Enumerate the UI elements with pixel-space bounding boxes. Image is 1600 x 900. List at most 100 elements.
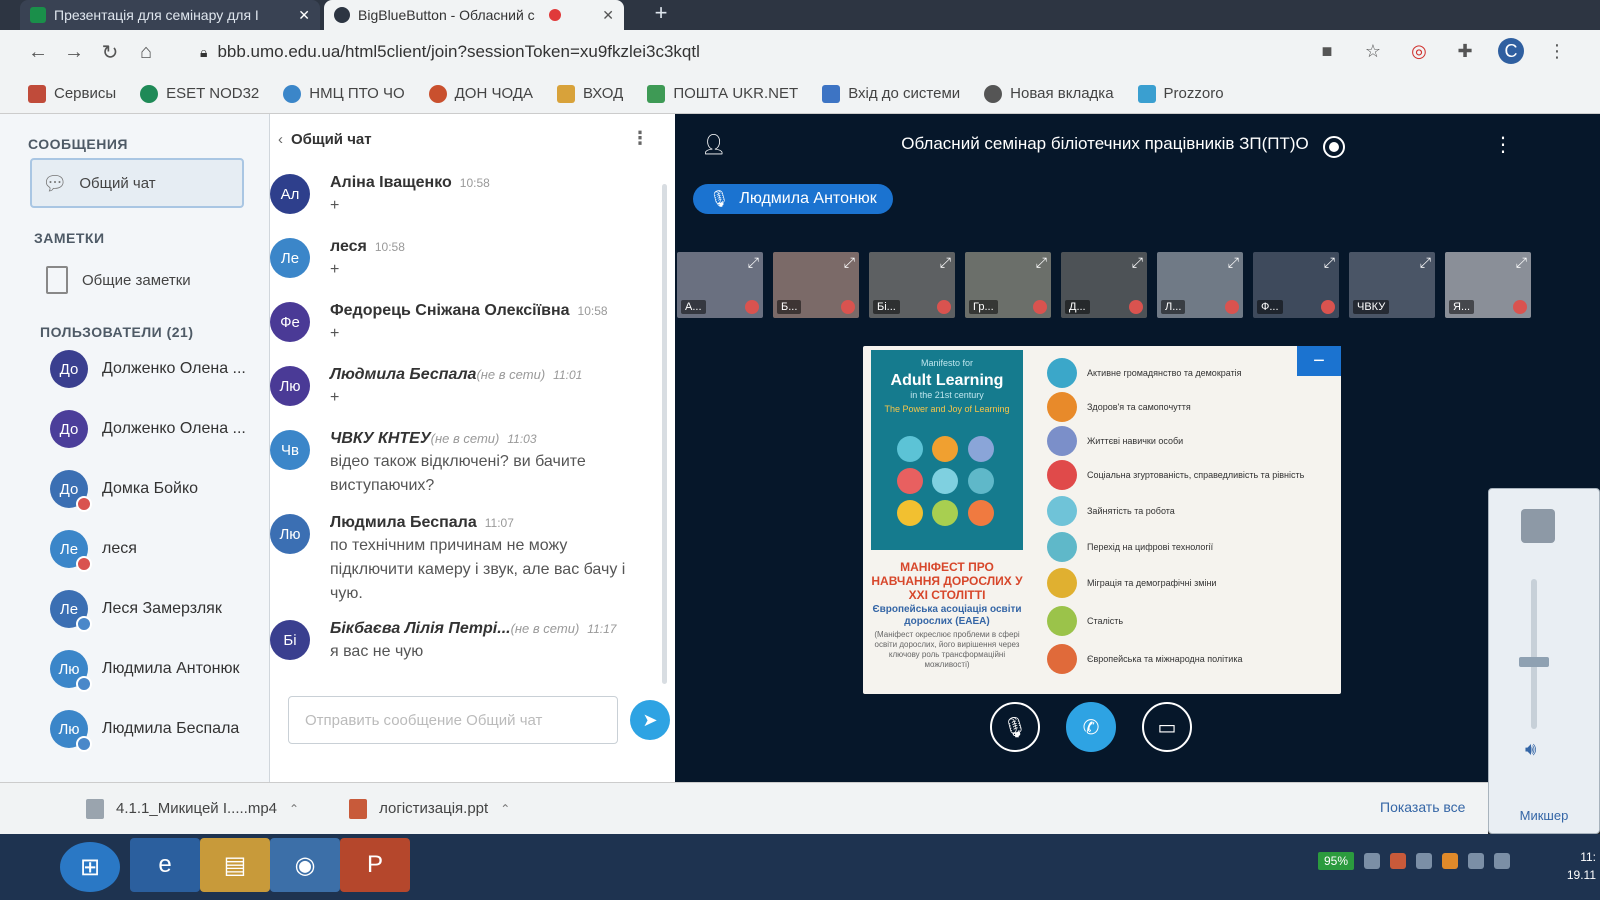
- bookmark-vhod[interactable]: ВХОД: [556, 84, 623, 103]
- volume-slider-track[interactable]: [1531, 579, 1537, 729]
- webcam-tile[interactable]: ⤢ Б...: [773, 252, 859, 318]
- send-message-button[interactable]: ➤: [630, 700, 670, 740]
- webcam-tile[interactable]: ⤢ Д...: [1061, 252, 1147, 318]
- bookmark-prozorro[interactable]: Prozzoro: [1137, 84, 1224, 103]
- bookmark-nmc[interactable]: НМЦ ПТО ЧО: [283, 84, 405, 103]
- shared-notes-entry[interactable]: Общие заметки: [46, 266, 191, 294]
- unmute-microphone-button[interactable]: 🎙︎: [990, 702, 1040, 752]
- user-name: Долженко Олена ...: [102, 420, 246, 437]
- antivirus-tray-icon[interactable]: [1390, 853, 1406, 869]
- back-icon[interactable]: ←: [20, 34, 56, 70]
- leave-audio-button[interactable]: ✆: [1066, 702, 1116, 752]
- webcam-tile[interactable]: ⤢ Гр...: [965, 252, 1051, 318]
- manifest-caption: МАНІФЕСТ ПРО НАВЧАННЯ ДОРОСЛИХ У XXI СТО…: [871, 560, 1023, 670]
- user-item[interactable]: Лю Людмила Антонюк: [50, 650, 240, 692]
- muted-mic-icon: [76, 556, 92, 572]
- chrome-icon[interactable]: ◉: [270, 838, 340, 892]
- fullscreen-icon[interactable]: ⤢: [1516, 254, 1527, 271]
- tab-bigbluebutton[interactable]: BigBlueButton - Обласний с ✕: [324, 0, 624, 30]
- fullscreen-icon[interactable]: ⤢: [1132, 254, 1143, 271]
- speaker-icon[interactable]: 🔊︎: [1525, 739, 1536, 760]
- user-item[interactable]: До Долженко Олена ...: [50, 350, 246, 388]
- topic-item: Зайнятість та робота: [1047, 496, 1175, 526]
- bookmark-eset[interactable]: ESET NOD32: [140, 84, 259, 103]
- user-item[interactable]: Ле Леся Замерзляк: [50, 590, 222, 632]
- user-name: леся: [102, 540, 137, 557]
- user-item[interactable]: Ле леся: [50, 530, 137, 572]
- mixer-link[interactable]: Микшер: [1489, 808, 1599, 823]
- new-tab-button[interactable]: +: [648, 2, 674, 26]
- internet-explorer-icon[interactable]: e: [130, 838, 200, 892]
- webcam-tile[interactable]: ⤢ Л...: [1157, 252, 1243, 318]
- tray-icon[interactable]: [1364, 853, 1380, 869]
- tray-icon[interactable]: [1416, 853, 1432, 869]
- fullscreen-icon[interactable]: ⤢: [844, 254, 855, 271]
- chevron-up-icon[interactable]: ⌃: [500, 802, 510, 816]
- chat-options-icon[interactable]: ⋮: [631, 128, 649, 149]
- volume-slider-thumb[interactable]: [1519, 657, 1549, 667]
- webcam-tile[interactable]: ⤢ ЧВКУ: [1349, 252, 1435, 318]
- fullscreen-icon[interactable]: ⤢: [1228, 254, 1239, 271]
- system-clock[interactable]: 11: 19.11: [1567, 848, 1596, 884]
- file-explorer-icon[interactable]: ▤: [200, 838, 270, 892]
- fullscreen-icon[interactable]: ⤢: [1036, 254, 1047, 271]
- download-item[interactable]: логістизація.ppt ⌃: [349, 798, 510, 819]
- home-icon[interactable]: ⌂: [128, 34, 164, 70]
- webcam-tile[interactable]: ⤢ Я...: [1445, 252, 1531, 318]
- recording-indicator-icon[interactable]: [1323, 136, 1345, 158]
- menu-kebab-icon[interactable]: ⋮: [1544, 38, 1570, 64]
- profile-avatar[interactable]: C: [1498, 38, 1524, 64]
- globe-icon: [984, 84, 1003, 103]
- share-webcam-button[interactable]: ▭: [1142, 702, 1192, 752]
- muted-mic-icon: [1513, 300, 1527, 314]
- download-item[interactable]: 4.1.1_Микицей І.....mp4 ⌃: [86, 798, 299, 819]
- public-chat-entry[interactable]: 💬︎ Общий чат: [30, 158, 244, 208]
- bookmark-services[interactable]: Сервисы: [28, 84, 116, 103]
- network-icon[interactable]: [1468, 853, 1484, 869]
- user-item[interactable]: Лю Людмила Беспала: [50, 710, 239, 752]
- bookmark-don[interactable]: ДОН ЧОДА: [428, 84, 533, 103]
- bookmark-newtab[interactable]: Новая вкладка: [984, 84, 1114, 103]
- opera-extension-icon[interactable]: ◎: [1406, 38, 1432, 64]
- avatar-initials: До: [59, 420, 79, 438]
- webcam-label: ЧВКУ: [1353, 300, 1390, 314]
- camera-icon[interactable]: ■: [1314, 38, 1340, 64]
- eset-icon: [140, 84, 159, 103]
- chat-message-input[interactable]: Отправить сообщение Общий чат: [288, 696, 618, 744]
- bookmark-ukrnet[interactable]: ПОШТА UKR.NET: [647, 84, 798, 103]
- show-all-downloads-link[interactable]: Показать все: [1380, 799, 1465, 815]
- tray-icon[interactable]: [1442, 853, 1458, 869]
- extensions-icon[interactable]: ✚: [1452, 38, 1478, 64]
- star-icon[interactable]: ☆: [1360, 38, 1386, 64]
- tab-presentation[interactable]: Презентація для семінару для I ✕: [20, 0, 320, 30]
- webcam-tile[interactable]: ⤢ А...: [677, 252, 763, 318]
- fullscreen-icon[interactable]: ⤢: [1420, 254, 1431, 271]
- close-tab-icon[interactable]: ✕: [298, 7, 310, 24]
- powerpoint-icon[interactable]: P: [340, 838, 410, 892]
- offline-status: (не в сети): [430, 431, 500, 446]
- minimize-presentation-button[interactable]: −: [1297, 346, 1341, 376]
- volume-icon[interactable]: [1494, 853, 1510, 869]
- fullscreen-icon[interactable]: ⤢: [748, 254, 759, 271]
- user-item[interactable]: До Домка Бойко: [50, 470, 198, 512]
- fullscreen-icon[interactable]: ⤢: [1324, 254, 1335, 271]
- start-button-icon[interactable]: ⊞: [60, 842, 120, 892]
- address-bar[interactable]: 🔒︎ bbb.umo.edu.ua/html5client/join?sessi…: [200, 36, 1300, 68]
- user-item[interactable]: До Долженко Олена ...: [50, 410, 246, 448]
- bookmark-login[interactable]: Вхід до системи: [822, 84, 960, 103]
- battery-indicator[interactable]: 95%: [1317, 852, 1354, 870]
- webcam-tile[interactable]: ⤢ Бі...: [869, 252, 955, 318]
- fullscreen-icon[interactable]: ⤢: [940, 254, 951, 271]
- chevron-up-icon[interactable]: ⌃: [289, 802, 299, 816]
- microphone-icon: 🎙︎: [709, 191, 730, 208]
- forward-icon[interactable]: →: [56, 34, 92, 70]
- options-kebab-icon[interactable]: ⋮: [1493, 132, 1513, 157]
- close-tab-icon[interactable]: ✕: [602, 7, 614, 24]
- reload-icon[interactable]: ↻: [92, 34, 128, 70]
- talking-indicator[interactable]: 🎙︎ Людмила Антонюк: [693, 184, 893, 214]
- webcam-tile[interactable]: ⤢ Ф...: [1253, 252, 1339, 318]
- chevron-left-icon[interactable]: ‹: [278, 131, 283, 148]
- chat-scrollbar[interactable]: [662, 184, 667, 684]
- messages-header: СООБЩЕНИЯ: [28, 136, 128, 152]
- topic-label: Зайнятість та робота: [1087, 506, 1175, 516]
